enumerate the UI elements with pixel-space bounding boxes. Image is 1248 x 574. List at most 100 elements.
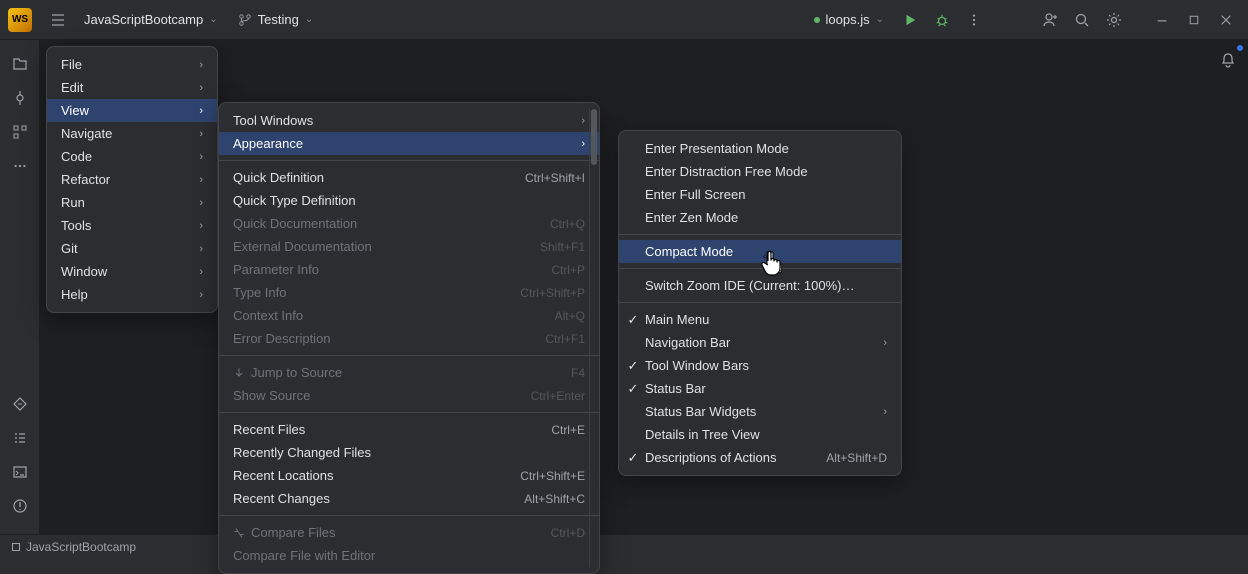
menu-item[interactable]: Recently Changed Files xyxy=(219,441,599,464)
menu-item[interactable]: Tools› xyxy=(47,214,217,237)
chevron-right-icon: › xyxy=(883,406,887,418)
menu-item[interactable]: Tool Windows› xyxy=(219,109,599,132)
menu-item[interactable]: Recent LocationsCtrl+Shift+E xyxy=(219,464,599,487)
diff-icon xyxy=(233,527,245,539)
shortcut-label: F4 xyxy=(571,366,585,380)
menu-item[interactable]: Run› xyxy=(47,191,217,214)
shortcut-label: Ctrl+P xyxy=(551,263,585,277)
menu-item[interactable]: Enter Zen Mode xyxy=(619,206,901,229)
notifications-icon[interactable] xyxy=(1214,46,1242,74)
chevron-right-icon: › xyxy=(581,115,585,127)
menu-item[interactable]: Enter Distraction Free Mode xyxy=(619,160,901,183)
menu-item[interactable]: ✓Main Menu xyxy=(619,308,901,331)
menu-item[interactable]: Help› xyxy=(47,283,217,306)
chevron-right-icon: › xyxy=(581,138,585,150)
project-name: JavaScriptBootcamp xyxy=(84,12,203,27)
chevron-right-icon: › xyxy=(199,243,203,255)
check-icon: ✓ xyxy=(625,312,641,328)
menu-item[interactable]: Navigate› xyxy=(47,122,217,145)
menu-item: Jump to SourceF4 xyxy=(219,361,599,384)
chevron-right-icon: › xyxy=(883,337,887,349)
current-file: loops.js xyxy=(826,12,870,27)
search-icon[interactable] xyxy=(1068,6,1096,34)
menu-item: Context InfoAlt+Q xyxy=(219,304,599,327)
menu-item: Quick DocumentationCtrl+Q xyxy=(219,212,599,235)
check-icon: ✓ xyxy=(625,381,641,397)
vcs-branch[interactable]: Testing ⌄ xyxy=(230,8,322,31)
menu-item[interactable]: Quick DefinitionCtrl+Shift+I xyxy=(219,166,599,189)
debug-button[interactable] xyxy=(928,6,956,34)
more-tools-icon[interactable] xyxy=(8,154,32,178)
shortcut-label: Ctrl+Shift+E xyxy=(520,469,585,483)
commit-tool-icon[interactable] xyxy=(8,86,32,110)
close-button[interactable] xyxy=(1212,6,1240,34)
menu-item[interactable]: Enter Presentation Mode xyxy=(619,137,901,160)
shortcut-label: Ctrl+D xyxy=(551,526,585,540)
menu-item[interactable]: Recent FilesCtrl+E xyxy=(219,418,599,441)
menu-item[interactable]: Code› xyxy=(47,145,217,168)
chevron-right-icon: › xyxy=(199,128,203,140)
menu-item[interactable]: ✓Descriptions of ActionsAlt+Shift+D xyxy=(619,446,901,469)
shortcut-label: Ctrl+E xyxy=(551,423,585,437)
menu-item[interactable]: Navigation Bar› xyxy=(619,331,901,354)
structure-tool-icon[interactable] xyxy=(8,120,32,144)
menu-item[interactable]: Compact Mode xyxy=(619,240,901,263)
titlebar: WS JavaScriptBootcamp ⌄ Testing ⌄ loops.… xyxy=(0,0,1248,40)
menu-item[interactable]: Quick Type Definition xyxy=(219,189,599,212)
hamburger-icon[interactable] xyxy=(44,6,72,34)
menu-item[interactable]: Recent ChangesAlt+Shift+C xyxy=(219,487,599,510)
menu-item[interactable]: File› xyxy=(47,53,217,76)
menu-item[interactable]: Switch Zoom IDE (Current: 100%)… xyxy=(619,274,901,297)
project-selector[interactable]: JavaScriptBootcamp ⌄ xyxy=(76,8,226,31)
project-tool-icon[interactable] xyxy=(8,52,32,76)
shortcut-label: Alt+Shift+D xyxy=(826,451,887,465)
menu-item[interactable]: Git› xyxy=(47,237,217,260)
project-status-icon xyxy=(12,543,20,551)
todo-tool-icon[interactable] xyxy=(8,426,32,450)
add-user-icon[interactable] xyxy=(1036,6,1064,34)
settings-icon[interactable] xyxy=(1100,6,1128,34)
menu-item[interactable]: ✓Status Bar xyxy=(619,377,901,400)
scrollbar-thumb[interactable] xyxy=(591,109,597,165)
minimize-button[interactable] xyxy=(1148,6,1176,34)
menu-item[interactable]: Refactor› xyxy=(47,168,217,191)
chevron-down-icon: ⌄ xyxy=(209,14,217,25)
services-tool-icon[interactable] xyxy=(8,392,32,416)
status-dot-icon xyxy=(814,17,820,23)
menu-item: External DocumentationShift+F1 xyxy=(219,235,599,258)
app-icon: WS xyxy=(8,8,32,32)
menu-item[interactable]: Window› xyxy=(47,260,217,283)
chevron-right-icon: › xyxy=(199,266,203,278)
view-submenu-popup: Tool Windows›Appearance› Quick Definition… xyxy=(218,102,600,574)
maximize-button[interactable] xyxy=(1180,6,1208,34)
jump-icon xyxy=(233,367,245,379)
shortcut-label: Shift+F1 xyxy=(540,240,585,254)
menu-item[interactable]: Edit› xyxy=(47,76,217,99)
shortcut-label: Alt+Q xyxy=(555,309,585,323)
menu-item: Show SourceCtrl+Enter xyxy=(219,384,599,407)
terminal-tool-icon[interactable] xyxy=(8,460,32,484)
menu-item[interactable]: ✓Tool Window Bars xyxy=(619,354,901,377)
menu-item[interactable]: Appearance› xyxy=(219,132,599,155)
menu-item: Type InfoCtrl+Shift+P xyxy=(219,281,599,304)
main-menu-popup: File›Edit›View›Navigate›Code›Refactor›Ru… xyxy=(46,46,218,313)
problems-tool-icon[interactable] xyxy=(8,494,32,518)
menu-item[interactable]: Enter Full Screen xyxy=(619,183,901,206)
run-button[interactable] xyxy=(896,6,924,34)
run-config[interactable]: loops.js ⌄ xyxy=(806,8,892,31)
shortcut-label: Ctrl+F1 xyxy=(545,332,585,346)
menu-item[interactable]: Status Bar Widgets› xyxy=(619,400,901,423)
menu-item[interactable]: Details in Tree View xyxy=(619,423,901,446)
check-icon: ✓ xyxy=(625,450,641,466)
more-actions-button[interactable] xyxy=(960,6,988,34)
chevron-right-icon: › xyxy=(199,197,203,209)
menu-item[interactable]: View› xyxy=(47,99,217,122)
separator xyxy=(619,268,901,269)
appearance-submenu-popup: Enter Presentation ModeEnter Distraction… xyxy=(618,130,902,476)
chevron-right-icon: › xyxy=(199,82,203,94)
chevron-right-icon: › xyxy=(199,151,203,163)
menu-item: Compare FilesCtrl+D xyxy=(219,521,599,544)
separator xyxy=(619,234,901,235)
scrollbar-track xyxy=(589,109,599,567)
menu-item: Error DescriptionCtrl+F1 xyxy=(219,327,599,350)
